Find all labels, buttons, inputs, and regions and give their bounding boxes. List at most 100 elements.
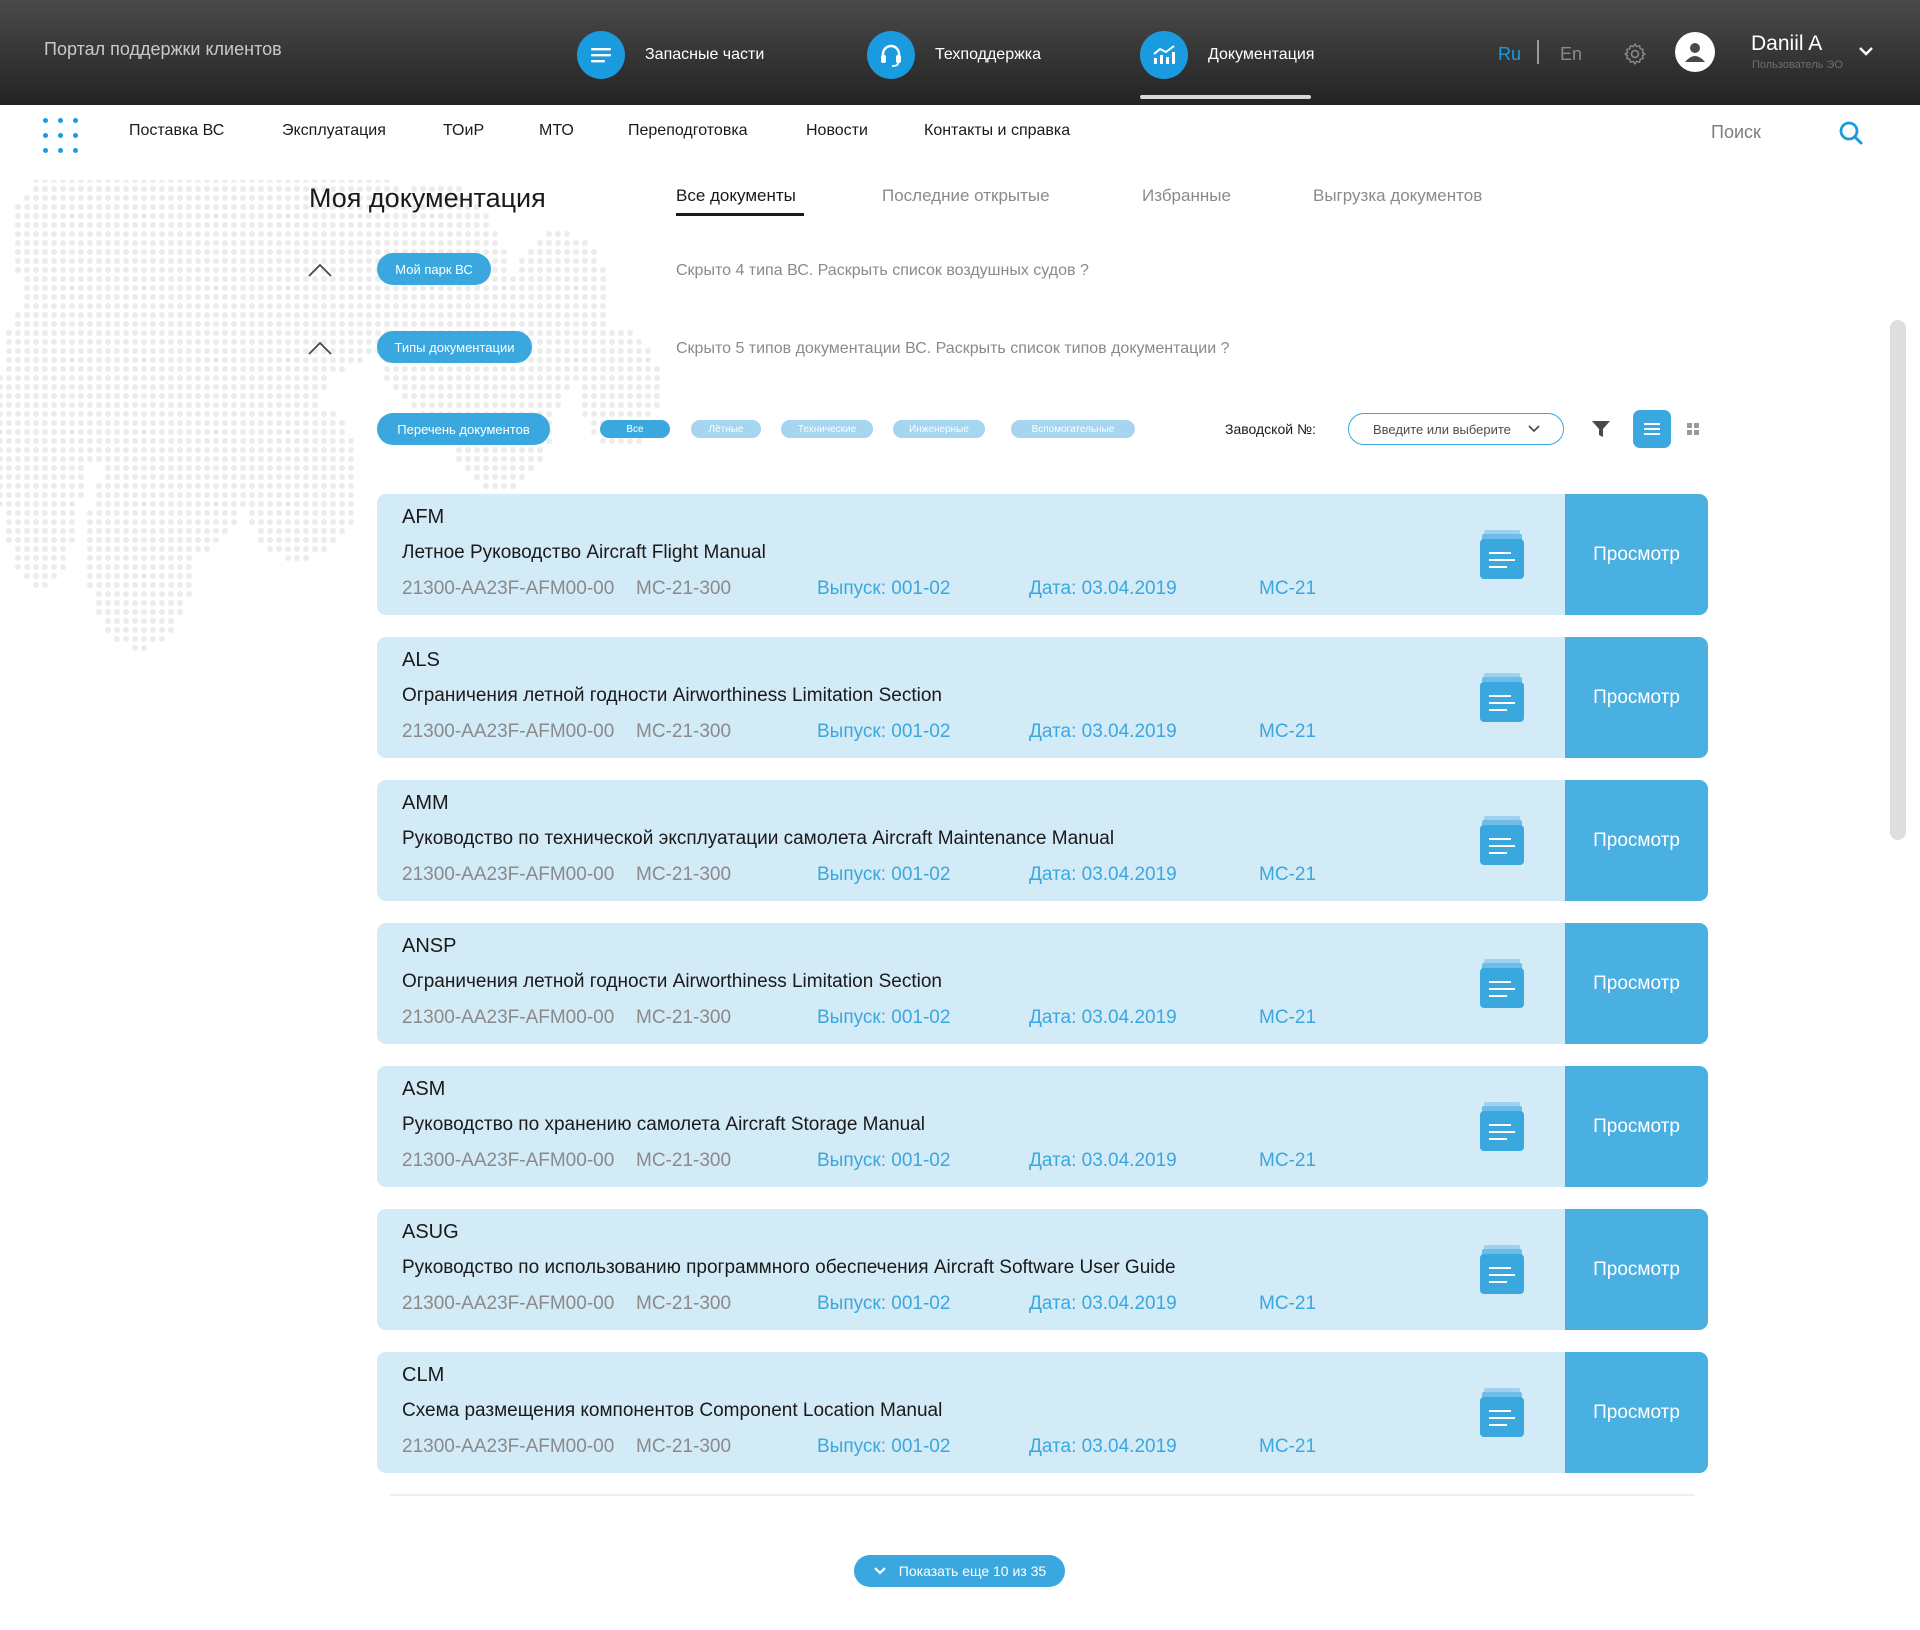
subnav-item-training[interactable]: Переподготовка bbox=[628, 122, 748, 140]
aircraft-model: МС-21-300 bbox=[636, 1436, 732, 1457]
aircraft-model: МС-21-300 bbox=[636, 1007, 732, 1028]
document-stack-icon[interactable] bbox=[1479, 1387, 1525, 1439]
chip-engineering[interactable]: Инженерные bbox=[893, 420, 985, 438]
chip-flight[interactable]: Лётные bbox=[691, 420, 761, 438]
user-icon bbox=[1685, 43, 1705, 62]
document-number: 21300-AA23F-AFM00-00 bbox=[402, 1293, 615, 1314]
document-number: 21300-AA23F-AFM00-00 bbox=[402, 578, 615, 599]
view-button[interactable]: Просмотр bbox=[1565, 1209, 1708, 1330]
gear-icon[interactable] bbox=[1623, 42, 1647, 66]
document-stack-icon[interactable] bbox=[1479, 958, 1525, 1010]
serial-number-select[interactable]: Введите или выберите bbox=[1348, 413, 1564, 445]
view-button[interactable]: Просмотр bbox=[1565, 923, 1708, 1044]
document-issue: Выпуск: 001-02 bbox=[817, 1293, 951, 1314]
document-card: ALS Ограничения летной годности Airworth… bbox=[377, 637, 1708, 758]
document-issue: Выпуск: 001-02 bbox=[817, 721, 951, 742]
document-card: ASM Руководство по хранению самолета Air… bbox=[377, 1066, 1708, 1187]
topnav-spare-parts[interactable]: Запасные части bbox=[577, 31, 764, 79]
subnav-item-operation[interactable]: Эксплуатация bbox=[282, 122, 386, 140]
subnav-item-contacts[interactable]: Контакты и справка bbox=[924, 122, 1070, 140]
doc-list-pill[interactable]: Перечень документов bbox=[377, 413, 550, 445]
aircraft-model: МС-21-300 bbox=[636, 578, 732, 599]
fleet-hint-link[interactable]: Скрыто 4 типа ВС. Раскрыть список воздуш… bbox=[676, 262, 1089, 280]
document-issue: Выпуск: 001-02 bbox=[817, 1007, 951, 1028]
document-stack-icon[interactable] bbox=[1479, 1244, 1525, 1296]
doc-types-hint-link[interactable]: Скрыто 5 типов документации ВС. Раскрыть… bbox=[676, 340, 1230, 358]
subnav-item-delivery[interactable]: Поставка ВС bbox=[129, 122, 224, 140]
grid-view-icon[interactable] bbox=[1687, 423, 1699, 435]
document-stack-icon[interactable] bbox=[1479, 672, 1525, 724]
view-button[interactable]: Просмотр bbox=[1565, 1352, 1708, 1473]
fleet-pill[interactable]: Мой парк ВС bbox=[377, 253, 491, 285]
document-code: AMM bbox=[402, 792, 449, 814]
aircraft-type: МС-21 bbox=[1259, 1293, 1317, 1314]
subnav-item-news[interactable]: Новости bbox=[806, 122, 868, 140]
document-date: Дата: 03.04.2019 bbox=[1029, 1436, 1177, 1457]
apps-grid-icon[interactable] bbox=[43, 118, 79, 154]
view-button[interactable]: Просмотр bbox=[1565, 1066, 1708, 1187]
tab-recent[interactable]: Последние открытые bbox=[882, 186, 1050, 206]
document-date: Дата: 03.04.2019 bbox=[1029, 1007, 1177, 1028]
search-input[interactable]: Поиск bbox=[1711, 122, 1761, 143]
view-button[interactable]: Просмотр bbox=[1565, 494, 1708, 615]
chip-auxiliary[interactable]: Вспомогательные bbox=[1011, 420, 1135, 438]
list-icon bbox=[577, 31, 625, 79]
aircraft-model: МС-21-300 bbox=[636, 1293, 732, 1314]
view-button[interactable]: Просмотр bbox=[1565, 780, 1708, 901]
document-code: ALS bbox=[402, 649, 440, 671]
document-code: ANSP bbox=[402, 935, 457, 957]
scrollbar[interactable] bbox=[1890, 320, 1906, 840]
search-icon[interactable] bbox=[1838, 120, 1864, 146]
document-code: CLM bbox=[402, 1364, 445, 1386]
list-divider bbox=[390, 1494, 1695, 1496]
tab-favorites[interactable]: Избранные bbox=[1142, 186, 1231, 206]
document-code: ASM bbox=[402, 1078, 446, 1100]
serial-number-placeholder: Введите или выберите bbox=[1373, 421, 1511, 437]
document-number: 21300-AA23F-AFM00-00 bbox=[402, 721, 615, 742]
filter-icon[interactable] bbox=[1591, 419, 1611, 439]
document-title: Руководство по технической эксплуатации … bbox=[402, 828, 1115, 849]
avatar[interactable] bbox=[1675, 32, 1715, 72]
view-button[interactable]: Просмотр bbox=[1565, 637, 1708, 758]
tab-all-documents[interactable]: Все документы bbox=[676, 186, 796, 206]
page-title: Моя документация bbox=[309, 183, 546, 213]
topnav-label: Техподдержка bbox=[935, 46, 1042, 63]
active-tab-indicator bbox=[676, 213, 804, 216]
aircraft-type: МС-21 bbox=[1259, 1150, 1317, 1171]
document-issue: Выпуск: 001-02 bbox=[817, 1150, 951, 1171]
list-view-icon bbox=[1644, 423, 1660, 435]
show-more-button[interactable]: Показать еще 10 из 35 bbox=[854, 1555, 1065, 1587]
document-date: Дата: 03.04.2019 bbox=[1029, 578, 1177, 599]
document-stack-icon[interactable] bbox=[1479, 1101, 1525, 1153]
doc-types-pill[interactable]: Типы документации bbox=[377, 331, 532, 363]
document-issue: Выпуск: 001-02 bbox=[817, 1436, 951, 1457]
subnav-item-logistics[interactable]: МТО bbox=[539, 122, 574, 140]
subnav-item-maintenance[interactable]: ТОиР bbox=[443, 122, 484, 140]
document-title: Летное Руководство Aircraft Flight Manua… bbox=[402, 542, 766, 563]
chevron-up-icon[interactable] bbox=[307, 340, 333, 356]
chevron-down-icon[interactable] bbox=[1858, 44, 1874, 58]
document-stack-icon[interactable] bbox=[1479, 529, 1525, 581]
chip-all[interactable]: Все bbox=[600, 420, 670, 438]
document-code: ASUG bbox=[402, 1221, 459, 1243]
tab-export[interactable]: Выгрузка документов bbox=[1313, 186, 1482, 206]
document-date: Дата: 03.04.2019 bbox=[1029, 721, 1177, 742]
list-view-button[interactable] bbox=[1633, 410, 1671, 448]
topnav-documentation[interactable]: Документация bbox=[1140, 31, 1314, 79]
lang-ru[interactable]: Ru bbox=[1498, 44, 1521, 65]
chevron-up-icon[interactable] bbox=[307, 262, 333, 278]
portal-title[interactable]: Портал поддержки клиентов bbox=[44, 39, 282, 60]
lang-en[interactable]: En bbox=[1560, 44, 1582, 65]
chip-technical[interactable]: Технические bbox=[781, 420, 873, 438]
lang-separator bbox=[1537, 40, 1539, 64]
active-nav-indicator bbox=[1140, 95, 1311, 99]
document-title: Руководство по хранению самолета Aircraf… bbox=[402, 1114, 926, 1135]
document-stack-icon[interactable] bbox=[1479, 815, 1525, 867]
user-role: Пользователь ЭО bbox=[1752, 59, 1843, 71]
document-card: CLM Схема размещения компонентов Compone… bbox=[377, 1352, 1708, 1473]
user-name[interactable]: Daniil A bbox=[1751, 32, 1822, 56]
aircraft-model: МС-21-300 bbox=[636, 1150, 732, 1171]
show-more-label: Показать еще 10 из 35 bbox=[898, 1563, 1047, 1579]
topnav-support[interactable]: Техподдержка bbox=[867, 31, 1041, 79]
topnav-label: Запасные части bbox=[645, 46, 765, 63]
